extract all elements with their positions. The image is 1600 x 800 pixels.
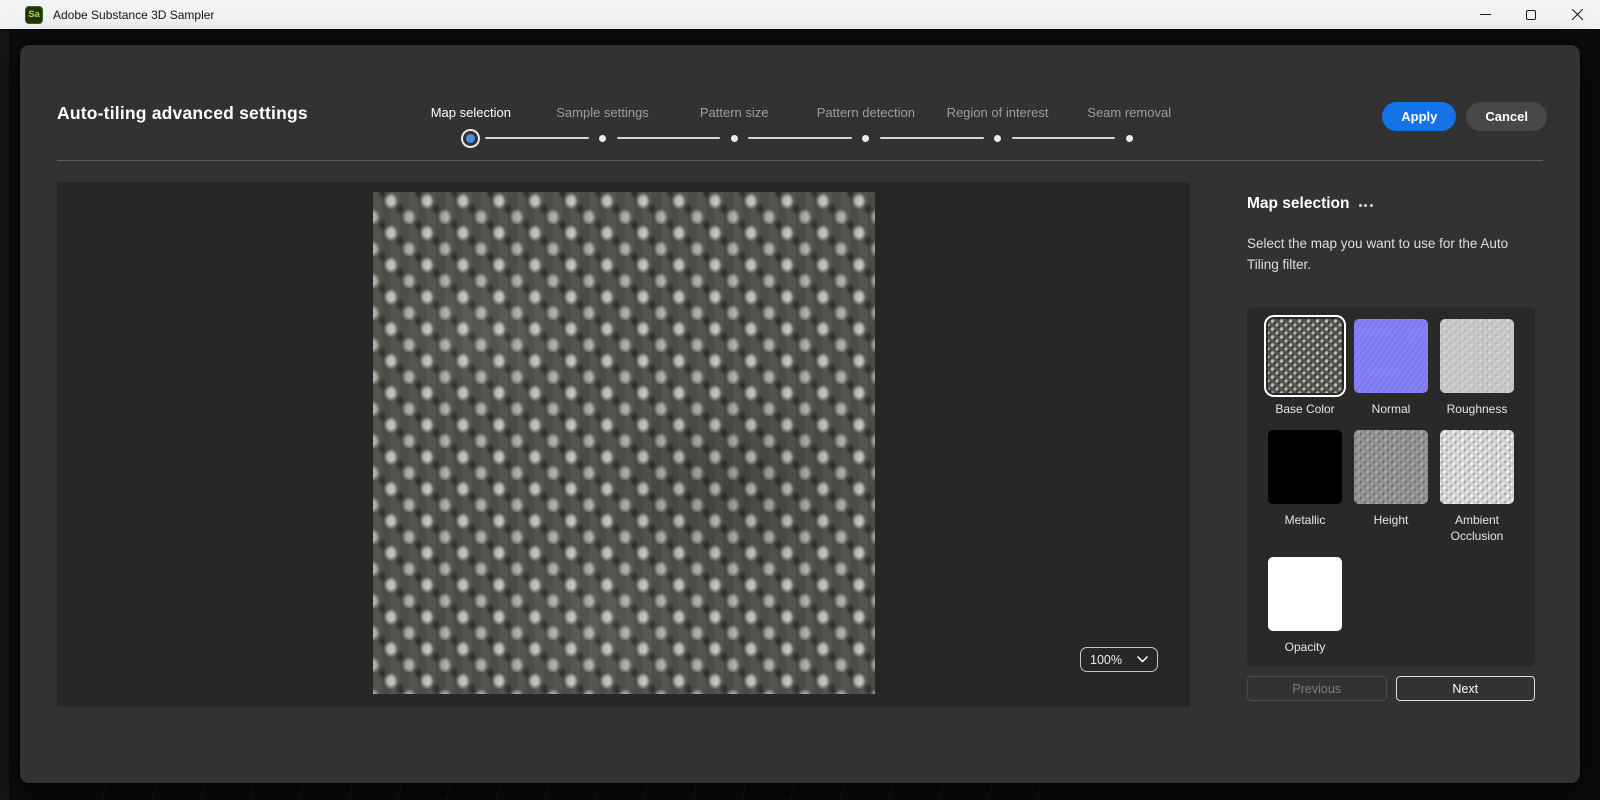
ambient-occlusion-thumbnail <box>1440 430 1514 504</box>
panel-nav-buttons: Previous Next <box>1247 676 1535 701</box>
previous-button[interactable]: Previous <box>1247 676 1387 701</box>
close-icon <box>1571 8 1584 21</box>
app-icon: Sa <box>25 6 43 24</box>
map-label: Metallic <box>1285 512 1326 528</box>
maps-card: Base Color Normal Roughness Metallic Hei… <box>1247 307 1535 667</box>
step-pattern-detection[interactable]: Pattern detection <box>800 105 932 148</box>
dialog-action-buttons: Apply Cancel <box>1382 102 1547 131</box>
minimize-button[interactable] <box>1462 0 1508 29</box>
zoom-dropdown[interactable]: 100% <box>1080 647 1158 672</box>
map-tile-opacity[interactable]: Opacity <box>1268 557 1342 655</box>
panel-title: Map selection <box>1247 195 1350 213</box>
step-pattern-size[interactable]: Pattern size <box>668 105 800 148</box>
opacity-thumbnail <box>1268 557 1342 631</box>
step-dot <box>466 134 475 143</box>
panel-description: Select the map you want to use for the A… <box>1247 233 1535 275</box>
step-dot <box>599 135 606 142</box>
maximize-icon <box>1526 10 1536 20</box>
step-region-of-interest[interactable]: Region of interest <box>932 105 1064 148</box>
map-label: Base Color <box>1275 401 1334 417</box>
step-label: Seam removal <box>1087 105 1171 123</box>
step-seam-removal[interactable]: Seam removal <box>1063 105 1195 148</box>
step-label: Pattern size <box>700 105 769 123</box>
step-label: Pattern detection <box>817 105 915 123</box>
map-label: Roughness <box>1447 401 1508 417</box>
preview-canvas: 100% <box>57 182 1190 707</box>
step-dot <box>862 135 869 142</box>
base-color-thumbnail <box>1268 319 1342 393</box>
chevron-down-icon <box>1137 656 1148 663</box>
background-toolbar-strip <box>0 31 9 800</box>
map-tile-metallic[interactable]: Metallic <box>1268 430 1342 544</box>
maps-grid: Base Color Normal Roughness Metallic Hei… <box>1247 319 1535 655</box>
map-tile-roughness[interactable]: Roughness <box>1440 319 1514 417</box>
cancel-button[interactable]: Cancel <box>1466 102 1547 131</box>
map-label: Height <box>1374 512 1409 528</box>
apply-button[interactable]: Apply <box>1382 102 1456 131</box>
step-dot <box>994 135 1001 142</box>
minimize-icon <box>1480 14 1491 15</box>
map-tile-normal[interactable]: Normal <box>1354 319 1428 417</box>
window-titlebar: Sa Adobe Substance 3D Sampler <box>0 0 1600 30</box>
window-controls <box>1462 0 1600 29</box>
roughness-thumbnail <box>1440 319 1514 393</box>
map-tile-height[interactable]: Height <box>1354 430 1428 544</box>
step-label: Region of interest <box>947 105 1049 123</box>
map-label: Ambient Occlusion <box>1440 512 1514 544</box>
map-label: Normal <box>1372 401 1411 417</box>
more-options-icon[interactable] <box>1359 204 1373 207</box>
map-tile-ambient-occlusion[interactable]: Ambient Occlusion <box>1440 430 1514 544</box>
height-thumbnail <box>1354 430 1428 504</box>
step-dot <box>1126 135 1133 142</box>
dialog-title: Auto-tiling advanced settings <box>57 103 308 124</box>
zoom-value: 100% <box>1090 653 1122 667</box>
close-button[interactable] <box>1554 0 1600 29</box>
metallic-thumbnail <box>1268 430 1342 504</box>
step-label: Map selection <box>431 105 511 123</box>
window-title: Adobe Substance 3D Sampler <box>53 8 214 22</box>
fabric-texture-preview <box>373 192 875 694</box>
next-button[interactable]: Next <box>1396 676 1536 701</box>
step-sample-settings[interactable]: Sample settings <box>537 105 669 148</box>
step-label: Sample settings <box>556 105 649 123</box>
auto-tiling-dialog: Auto-tiling advanced settings Map select… <box>20 45 1580 783</box>
header-separator <box>57 160 1543 161</box>
map-tile-base-color[interactable]: Base Color <box>1268 319 1342 417</box>
step-dot <box>731 135 738 142</box>
maximize-button[interactable] <box>1508 0 1554 29</box>
map-selection-panel: Map selection Select the map you want to… <box>1247 195 1535 701</box>
normal-thumbnail <box>1354 319 1428 393</box>
stepper: Map selection Sample settings Pattern si… <box>405 105 1195 148</box>
map-label: Opacity <box>1285 639 1326 655</box>
step-map-selection[interactable]: Map selection <box>405 105 537 148</box>
